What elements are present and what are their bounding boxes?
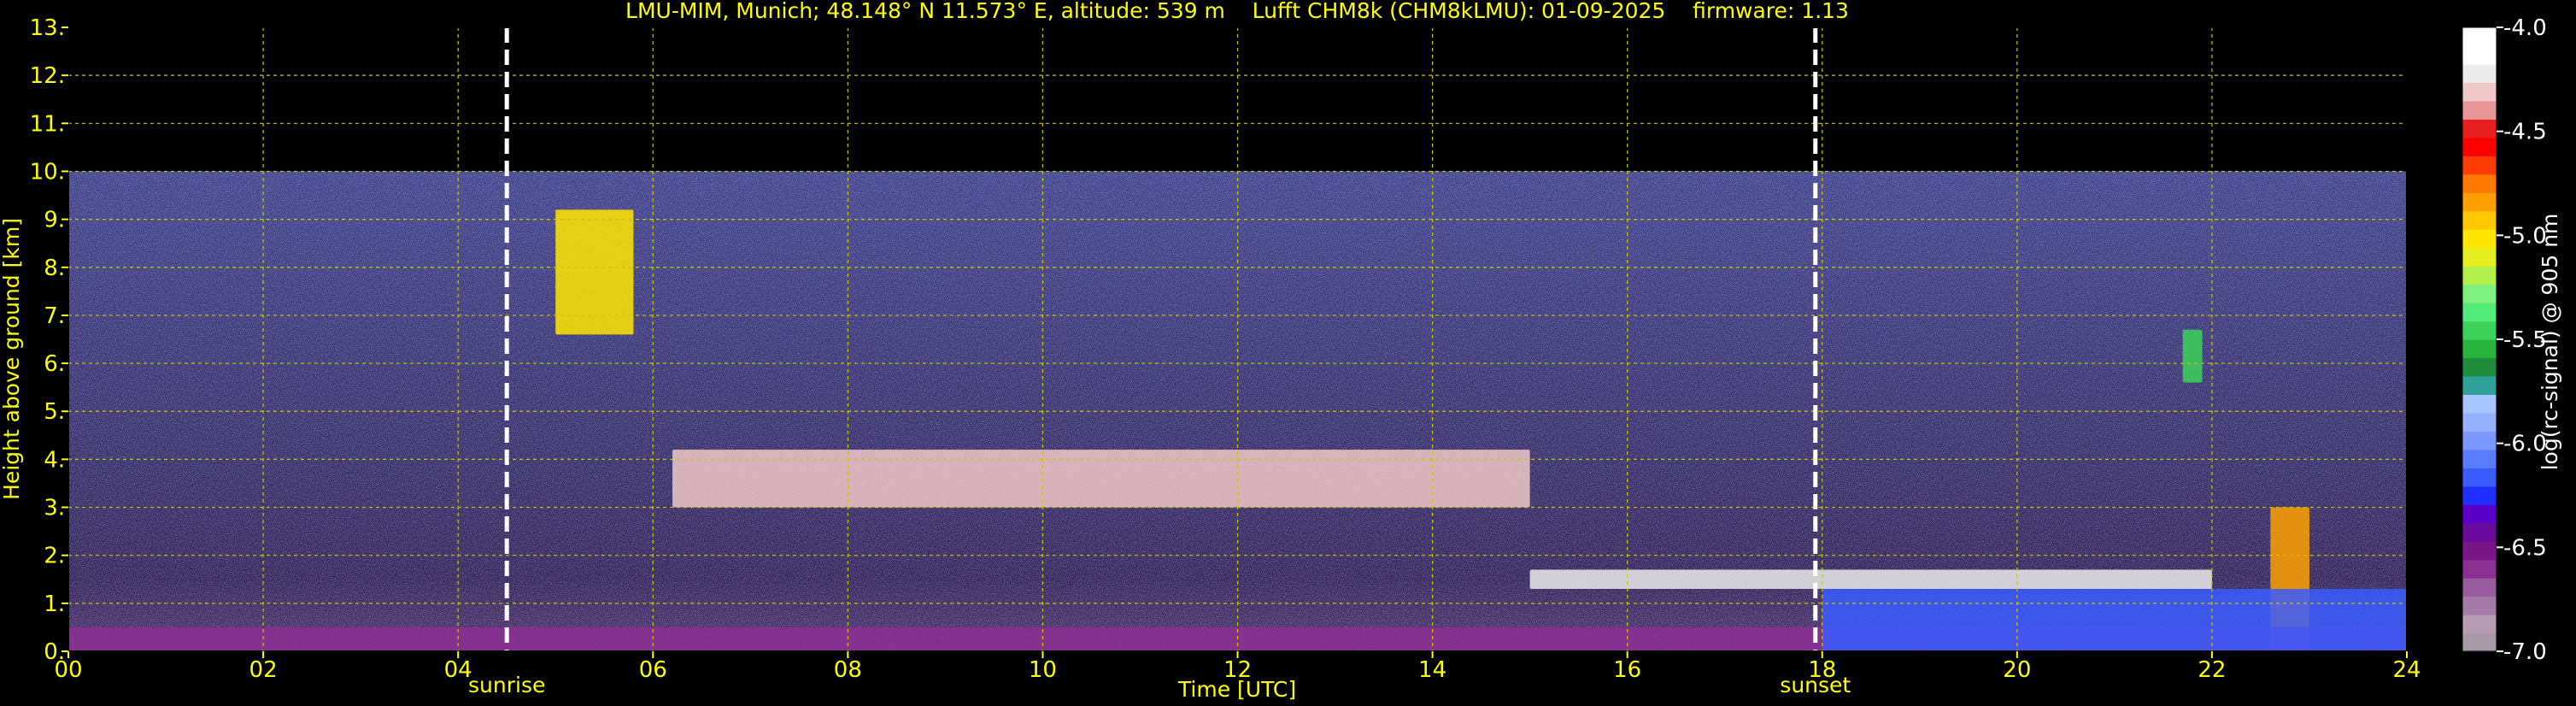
colorbar-swatch (2462, 504, 2497, 524)
colorbar-swatch (2462, 45, 2497, 65)
y-tick-label: 0. (44, 639, 65, 665)
colorbar-swatch (2462, 156, 2497, 175)
x-tick-label: 24 (2392, 657, 2421, 683)
colorbar-swatch (2462, 82, 2497, 102)
y-tick-label: 3. (44, 496, 65, 521)
colorbar-swatch (2462, 449, 2497, 468)
y-axis-label: Height above ground [km] (0, 218, 24, 500)
colorbar-swatch (2462, 632, 2497, 652)
y-tick-label: 12. (30, 63, 65, 89)
colorbar-swatch (2462, 27, 2497, 47)
colorbar-swatch (2462, 357, 2497, 377)
ceilometer-chart: sunrise sunset 00 02 04 06 08 10 12 14 16 18 20 22 24… (0, 0, 2562, 702)
colorbar-swatch (2462, 63, 2497, 84)
colorbar-swatch (2462, 119, 2497, 138)
colorbar-tick-label: -6.5 (2503, 535, 2547, 561)
feature-evening-mixed-layer (1822, 589, 2407, 651)
colorbar-swatch (2462, 522, 2497, 542)
colorbar-swatch (2462, 210, 2497, 230)
x-tick-label: 10 (1029, 657, 1057, 683)
chart-title: LMU-MIM, Munich; 48.148° N 11.573° E, al… (625, 0, 1849, 23)
y-tick-label: 7. (44, 303, 65, 329)
x-tick-label: 14 (1418, 657, 1446, 683)
colorbar-tick-label: -4.5 (2503, 120, 2547, 145)
x-tick-label: 20 (2003, 657, 2031, 683)
y-tick-label: 1. (44, 591, 65, 617)
feature-boundary-layer-top (1529, 569, 2212, 589)
y-tick-label: 4. (44, 447, 65, 473)
colorbar-swatch (2462, 541, 2497, 561)
y-tick-label: 8. (44, 256, 65, 281)
x-axis-label: Time [UTC] (1177, 677, 1296, 702)
plot-area (68, 27, 2407, 651)
colorbar-swatch (2462, 303, 2497, 322)
y-tick-label: 5. (44, 399, 65, 425)
colorbar-swatch (2462, 431, 2497, 450)
y-tick-label: 6. (44, 351, 65, 377)
colorbar-swatch (2462, 578, 2497, 597)
x-tick-label: 06 (639, 657, 667, 683)
colorbar-swatch (2462, 174, 2497, 193)
x-tick-label: 04 (444, 657, 472, 683)
feature-cirrus-patch (555, 209, 634, 335)
y-tick-label: 2. (44, 544, 65, 569)
colorbar-swatch (2462, 229, 2497, 249)
marker-label-sunrise: sunrise (468, 673, 545, 697)
colorbar-swatch (2462, 615, 2497, 634)
x-tick-label: 02 (249, 657, 278, 683)
colorbar-swatch (2462, 247, 2497, 267)
colorbar-swatch (2462, 468, 2497, 487)
colorbar-swatch (2462, 596, 2497, 615)
x-tick-label: 22 (2198, 657, 2226, 683)
colorbar-swatch (2462, 321, 2497, 340)
colorbar-swatch (2462, 284, 2497, 303)
x-tick-label: 18 (1808, 657, 1836, 683)
x-tick-label: 16 (1613, 657, 1641, 683)
y-tick-label: 10. (30, 159, 65, 185)
colorbar-swatch (2462, 266, 2497, 285)
colorbar-swatch (2462, 137, 2497, 156)
colorbar-swatch (2462, 100, 2497, 120)
colorbar-swatch (2462, 375, 2497, 396)
colorbar-swatch (2462, 559, 2497, 579)
colorbar-swatch (2462, 394, 2497, 414)
colorbar-label: log(rc-signal) @ 905 nm (2538, 214, 2562, 471)
y-tick-label: 11. (30, 111, 65, 137)
y-tick-label: 13. (30, 15, 65, 41)
colorbar-tick-label: -4.0 (2503, 15, 2547, 41)
x-tick-label: 08 (834, 657, 862, 683)
colorbar: -4.0-4.5-5.0-5.5-6.0-6.5-7.0 (2462, 15, 2547, 665)
colorbar-tick-label: -7.0 (2503, 639, 2547, 665)
colorbar-swatch (2462, 412, 2497, 432)
colorbar-swatch (2462, 339, 2497, 359)
y-tick-label: 9. (44, 208, 65, 233)
feature-mid-cloud-band (672, 450, 1530, 508)
colorbar-swatch (2462, 192, 2497, 212)
colorbar-swatch (2462, 485, 2497, 505)
feature-high-cloud-cell (2182, 329, 2203, 383)
